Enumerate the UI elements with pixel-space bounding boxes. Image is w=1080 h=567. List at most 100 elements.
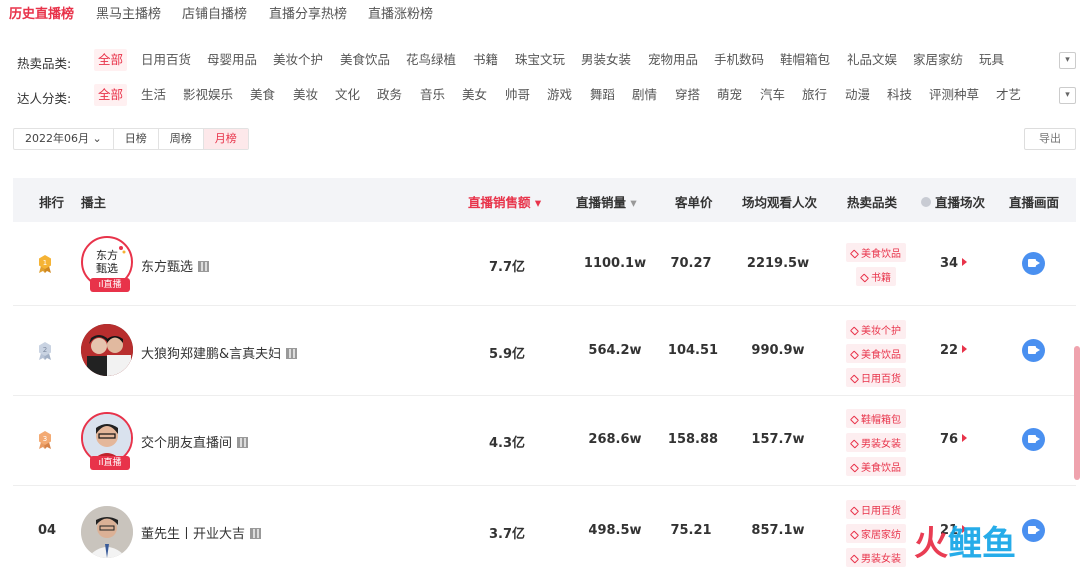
qrcode-icon[interactable] <box>286 348 298 359</box>
hot-cat-chip[interactable]: 日用百货 <box>137 49 195 71</box>
talent-cat-chip[interactable]: 生活 <box>137 84 170 106</box>
tab-live-share-hot[interactable]: 直播分享热榜 <box>269 3 347 22</box>
qrcode-icon[interactable] <box>250 528 262 539</box>
talent-cat-chip[interactable]: 动漫 <box>841 84 874 106</box>
talent-cat-chip[interactable]: 全部 <box>94 84 128 106</box>
hot-cat-chip[interactable]: 玩具 <box>975 49 1008 71</box>
hot-cat-chip[interactable]: 家居家纺 <box>909 49 967 71</box>
avatar[interactable] <box>81 324 133 376</box>
anchor-name[interactable]: 交个朋友直播间 <box>141 432 249 451</box>
hot-cat-chip[interactable]: 男装女装 <box>577 49 635 71</box>
volume-value: 498.5w <box>588 523 642 538</box>
live-badge: ıl直播 <box>90 278 130 292</box>
watermark-logo: 火鲤鱼 <box>914 516 1016 565</box>
talent-cat-chip[interactable]: 帅哥 <box>501 84 534 106</box>
header-views: 场均观看人次 <box>742 195 818 210</box>
hot-category-tags: 日用百货 家居家纺 男装女装 <box>841 500 911 567</box>
tag-icon <box>849 506 860 516</box>
live-video-icon[interactable] <box>1022 519 1045 542</box>
month-picker[interactable]: 2022年06月 ⌄ <box>14 129 114 149</box>
hot-category-label: 热卖品类: <box>17 56 72 71</box>
talent-cat-chip[interactable]: 穿搭 <box>671 84 704 106</box>
table-row[interactable]: 2 大狼狗郑建鹏&言真夫妇 5.9亿 564.2w 104.51 990.9w … <box>13 306 1076 396</box>
svg-text:3: 3 <box>43 435 47 443</box>
tab-weekly[interactable]: 周榜 <box>159 129 204 149</box>
silver-medal-icon: 2 <box>37 341 57 361</box>
talent-cat-chip[interactable]: 游戏 <box>543 84 576 106</box>
category-tag: 鞋帽箱包 <box>846 409 906 428</box>
hot-cat-chip[interactable]: 全部 <box>94 49 128 71</box>
table-row[interactable]: 3 ıl直播 交个朋友直播间 4.3亿 268.6w 158.88 157.7w… <box>13 396 1076 486</box>
svg-text:2: 2 <box>43 346 47 354</box>
tab-monthly[interactable]: 月榜 <box>203 129 248 149</box>
talent-cat-chip[interactable]: 美女 <box>458 84 491 106</box>
talent-cat-chip[interactable]: 影视娱乐 <box>179 84 237 106</box>
hot-cat-chip[interactable]: 鞋帽箱包 <box>776 49 834 71</box>
header-sales-sort[interactable]: 直播销售额 ▾ <box>468 192 541 211</box>
qrcode-icon[interactable] <box>237 437 249 448</box>
hot-cat-chip[interactable]: 美妆个护 <box>269 49 327 71</box>
talent-cat-chip[interactable]: 舞蹈 <box>586 84 619 106</box>
export-button[interactable]: 导出 <box>1024 128 1076 150</box>
sessions-link[interactable]: 76 <box>940 432 968 447</box>
tag-icon <box>849 350 860 360</box>
talent-cat-chip[interactable]: 文化 <box>331 84 364 106</box>
sessions-value: 76 <box>940 432 959 447</box>
watermark-part-b: 鲤鱼 <box>948 524 1016 564</box>
bronze-medal-icon: 3 <box>37 430 57 450</box>
sessions-value: 22 <box>940 343 959 358</box>
scrollbar-thumb[interactable] <box>1074 346 1080 480</box>
category-tag-label: 美食饮品 <box>861 249 901 260</box>
talent-cat-chip[interactable]: 旅行 <box>798 84 831 106</box>
category-tag: 男装女装 <box>846 433 906 452</box>
tab-dark-horse[interactable]: 黑马主播榜 <box>96 3 161 22</box>
hot-cat-chip[interactable]: 宠物用品 <box>644 49 702 71</box>
tag-icon <box>849 374 860 384</box>
hot-cat-chip[interactable]: 珠宝文玩 <box>511 49 569 71</box>
talent-cat-chip[interactable]: 政务 <box>373 84 406 106</box>
price-value: 158.88 <box>667 432 719 447</box>
hot-category-filter: 热卖品类: 全部 日用百货 母婴用品 美妆个护 美食饮品 花鸟绿植 书籍 珠宝文… <box>0 49 1080 73</box>
hot-cat-chip[interactable]: 手机数码 <box>710 49 768 71</box>
talent-cat-chip[interactable]: 才艺 <box>992 84 1025 106</box>
sessions-link[interactable]: 22 <box>940 343 968 358</box>
table-row[interactable]: 1 东方 甄选 ıl直播 东方甄选 7.7亿 1100.1w 70.27 2219… <box>13 222 1076 306</box>
live-video-icon[interactable] <box>1022 339 1045 362</box>
hot-cat-chip[interactable]: 书籍 <box>469 49 502 71</box>
watermark-part-a: 火 <box>914 524 948 564</box>
hot-cat-chip[interactable]: 美食饮品 <box>336 49 394 71</box>
tab-live-fans-growth[interactable]: 直播涨粉榜 <box>368 3 433 22</box>
info-icon[interactable] <box>921 197 931 207</box>
talent-cat-chip[interactable]: 汽车 <box>756 84 789 106</box>
caret-right-icon <box>962 345 968 353</box>
hot-cat-chip[interactable]: 花鸟绿植 <box>402 49 460 71</box>
talent-cat-chip[interactable]: 美妆 <box>289 84 322 106</box>
anchor-name[interactable]: 大狼狗郑建鹏&言真夫妇 <box>141 343 298 362</box>
live-video-icon[interactable] <box>1022 428 1045 451</box>
live-badge: ıl直播 <box>90 456 130 470</box>
views-value: 157.7w <box>751 432 805 447</box>
sessions-link[interactable]: 34 <box>940 256 968 271</box>
tab-history-live[interactable]: 历史直播榜 <box>9 3 74 22</box>
talent-cat-chip[interactable]: 美食 <box>246 84 279 106</box>
talent-cat-chip[interactable]: 萌宠 <box>713 84 746 106</box>
live-video-icon[interactable] <box>1022 252 1045 275</box>
talent-cat-chip[interactable]: 科技 <box>883 84 916 106</box>
avatar[interactable] <box>81 506 133 558</box>
qrcode-icon[interactable] <box>198 261 210 272</box>
header-volume-sort[interactable]: 直播销量 ▾ <box>576 192 637 211</box>
talent-category-expand-icon[interactable]: ▾ <box>1059 87 1076 104</box>
sales-value: 3.7亿 <box>488 527 526 542</box>
chevron-down-icon: ⌄ <box>92 132 102 145</box>
tab-daily[interactable]: 日榜 <box>114 129 159 149</box>
tag-icon <box>849 463 860 473</box>
tab-store-live[interactable]: 店铺自播榜 <box>182 3 247 22</box>
anchor-name[interactable]: 东方甄选 <box>141 256 210 275</box>
hot-category-expand-icon[interactable]: ▾ <box>1059 52 1076 69</box>
hot-cat-chip[interactable]: 礼品文娱 <box>843 49 901 71</box>
anchor-name[interactable]: 董先生丨开业大吉 <box>141 523 262 542</box>
hot-cat-chip[interactable]: 母婴用品 <box>203 49 261 71</box>
talent-cat-chip[interactable]: 评测种草 <box>925 84 983 106</box>
talent-cat-chip[interactable]: 剧情 <box>628 84 661 106</box>
talent-cat-chip[interactable]: 音乐 <box>416 84 449 106</box>
